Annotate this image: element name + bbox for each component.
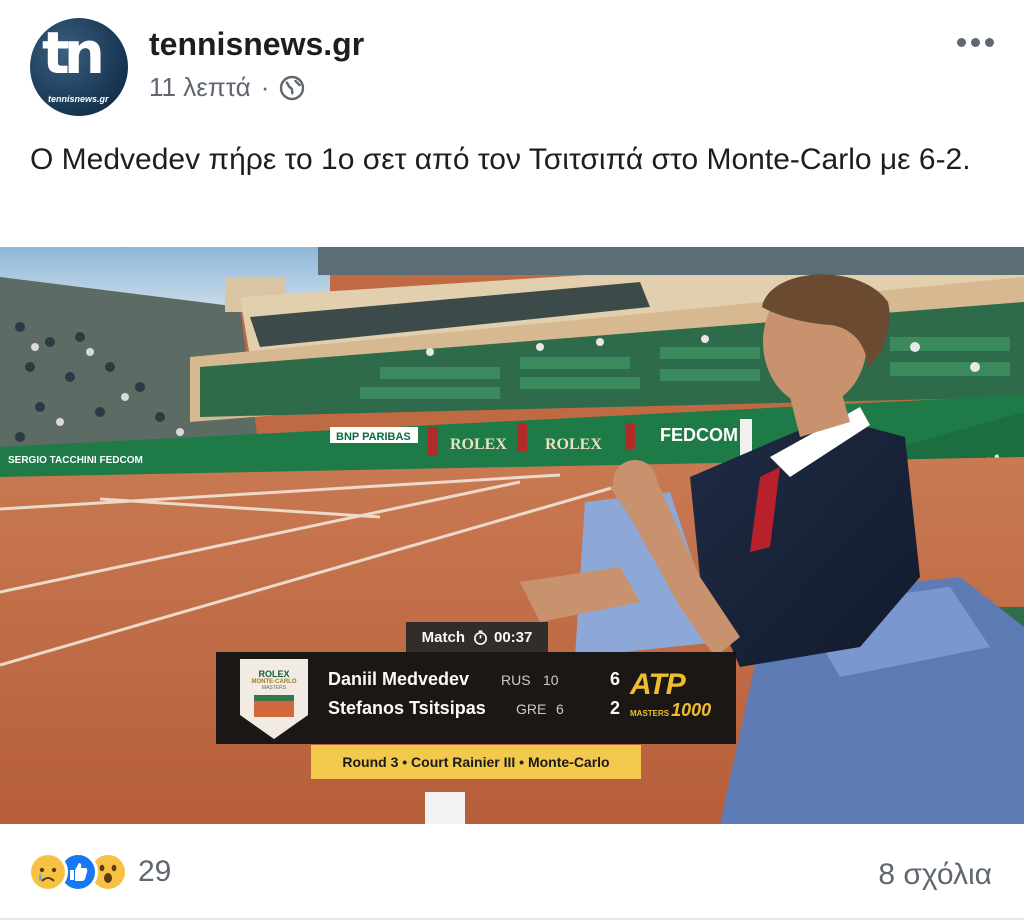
round-info-bar: Round 3 • Court Rainier III • Monte-Carl… [311,745,641,779]
banner-rolex-1: ROLEX [450,436,507,453]
reaction-count[interactable]: 29 [138,855,171,889]
player-2-score: 2 [610,698,621,718]
more-dot-icon [985,38,994,47]
tournament-logo: ROLEX MONTE-CARLO MASTERS [240,659,308,739]
post-video[interactable]: BNP PARIBAS ROLEX ROLEX FEDCOM SERGIO TA… [0,247,1024,824]
post-divider [0,918,1024,920]
post-header: tn tennisnews.gr tennisnews.gr 11 λεπτά … [0,0,1024,130]
banner-rolex-2: ROLEX [545,436,602,453]
meta-separator: · [260,72,270,102]
player-1-country: RUS [501,672,531,688]
player-1-seed: 10 [543,672,559,688]
logo-court-graphic [254,695,294,717]
banner-bnp: BNP PARIBAS [336,431,411,443]
banner-fedcom: FEDCOM [660,425,738,445]
banner-tacchini: SERGIO TACCHINI FEDCOM [8,455,143,466]
page-name-link[interactable]: tennisnews.gr [149,26,364,63]
match-label: Match [421,628,465,646]
player-1-name: Daniil Medvedev [328,669,470,689]
more-dot-icon [957,38,966,47]
match-clock: Match 00:37 [406,622,548,652]
logo-rolex-text: ROLEX [258,669,290,679]
atp-logo-masters: MASTERS 1000 [630,700,730,721]
player-2-seed: 6 [556,701,564,717]
post-message: Ο Medvedev πήρε το 1ο σετ από τον Τσιτσι… [30,143,971,176]
player-2-name: Stefanos Tsitsipas [328,698,486,718]
comments-count-link[interactable]: 8 σχόλια [878,858,992,892]
post-timestamp[interactable]: 11 λεπτά [149,72,251,103]
player-2-country: GRE [516,701,547,717]
atp-logo-number: 1000 [671,700,712,720]
post-meta: 11 λεπτά · [149,72,305,103]
more-options-button[interactable] [957,38,994,47]
sad-reaction-icon [28,852,68,892]
stopwatch-icon [474,629,487,645]
player-1-score: 6 [610,669,621,689]
more-dot-icon [971,38,980,47]
logo-level-text: MASTERS [261,685,287,691]
page-avatar[interactable]: tn tennisnews.gr [30,18,128,116]
scorebug: ROLEX MONTE-CARLO MASTERS Daniil Medvede… [216,652,736,744]
avatar-logo-text: tn [42,19,105,87]
atp-logo-sub: MASTERS [630,709,670,718]
reactions-summary[interactable]: 29 [28,852,171,892]
atp-logo-main: ATP [630,668,686,701]
atp-logo: ATP MASTERS 1000 [630,670,730,726]
post-footer: 29 8 σχόλια [0,840,1024,910]
globe-icon[interactable] [279,75,305,101]
avatar-logo-subtext: tennisnews.gr [48,94,109,104]
match-time: 00:37 [493,628,533,646]
